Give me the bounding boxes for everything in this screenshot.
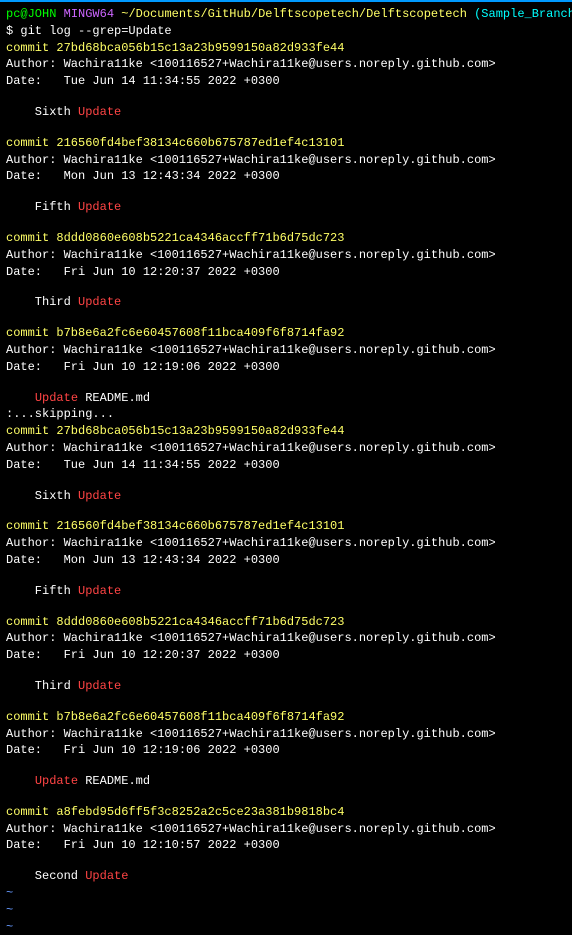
commit-date: Date: Fri Jun 10 12:19:06 2022 +0300 <box>6 742 566 759</box>
commit-author: Author: Wachira11ke <100116527+Wachira11… <box>6 630 566 647</box>
tilde-line: ~ <box>6 885 566 902</box>
prompt-path: ~/Documents/GitHub/Delftscopetech/Delfts… <box>121 7 467 21</box>
commit-message: Third Update <box>6 678 566 695</box>
commit-hash: commit 27bd68bca056b15c13a23b9599150a82d… <box>6 40 566 57</box>
commit-message: Sixth Update <box>6 488 566 505</box>
tilde-line: ~ <box>6 919 566 935</box>
prompt-user: pc@JOHN <box>6 7 56 21</box>
commit-hash: commit 216560fd4bef38134c660b675787ed1ef… <box>6 518 566 535</box>
commit-date: Date: Mon Jun 13 12:43:34 2022 +0300 <box>6 168 566 185</box>
commit-hash: commit 27bd68bca056b15c13a23b9599150a82d… <box>6 423 566 440</box>
skipping: :...skipping... <box>6 406 566 423</box>
commit-author: Author: Wachira11ke <100116527+Wachira11… <box>6 535 566 552</box>
commit-message: Sixth Update <box>6 104 566 121</box>
commit-date: Date: Tue Jun 14 11:34:55 2022 +0300 <box>6 457 566 474</box>
commit-message: Update README.md <box>6 390 566 407</box>
commit-date: Date: Fri Jun 10 12:19:06 2022 +0300 <box>6 359 566 376</box>
commit-hash: commit 216560fd4bef38134c660b675787ed1ef… <box>6 135 566 152</box>
commit-message: Fifth Update <box>6 583 566 600</box>
commit-author: Author: Wachira11ke <100116527+Wachira11… <box>6 821 566 838</box>
commit-message: Fifth Update <box>6 199 566 216</box>
commit-author: Author: Wachira11ke <100116527+Wachira11… <box>6 247 566 264</box>
commit-hash: commit 8ddd0860e608b5221ca4346accff71b6d… <box>6 614 566 631</box>
prompt-shell: MINGW64 <box>64 7 114 21</box>
commit-date: Date: Fri Jun 10 12:10:57 2022 +0300 <box>6 837 566 854</box>
commit-hash: commit b7b8e6a2fc6e60457608f11bca409f6f8… <box>6 709 566 726</box>
commit-hash: commit b7b8e6a2fc6e60457608f11bca409f6f8… <box>6 325 566 342</box>
commit-author: Author: Wachira11ke <100116527+Wachira11… <box>6 726 566 743</box>
commit-hash: commit 8ddd0860e608b5221ca4346accff71b6d… <box>6 230 566 247</box>
tilde-line: ~ <box>6 902 566 919</box>
prompt-branch: (Sample_Branch) <box>474 7 572 21</box>
commit-author: Author: Wachira11ke <100116527+Wachira11… <box>6 152 566 169</box>
commit-author: Author: Wachira11ke <100116527+Wachira11… <box>6 342 566 359</box>
commit-message: Update README.md <box>6 773 566 790</box>
commit-hash: commit a8febd95d6ff5f3c8252a2c5ce23a381b… <box>6 804 566 821</box>
commit-author: Author: Wachira11ke <100116527+Wachira11… <box>6 440 566 457</box>
commit-message: Second Update <box>6 868 566 885</box>
commit-date: Date: Fri Jun 10 12:20:37 2022 +0300 <box>6 264 566 281</box>
prompt-line: pc@JOHN MINGW64 ~/Documents/GitHub/Delft… <box>6 6 566 23</box>
commit-author: Author: Wachira11ke <100116527+Wachira11… <box>6 56 566 73</box>
commit-date: Date: Mon Jun 13 12:43:34 2022 +0300 <box>6 552 566 569</box>
commit-date: Date: Fri Jun 10 12:20:37 2022 +0300 <box>6 647 566 664</box>
commit-message: Third Update <box>6 294 566 311</box>
command-line: $ git log --grep=Update <box>6 23 566 40</box>
commit-date: Date: Tue Jun 14 11:34:55 2022 +0300 <box>6 73 566 90</box>
